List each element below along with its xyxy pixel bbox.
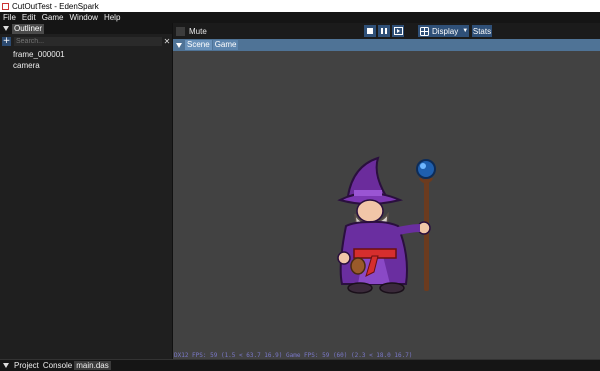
- fps-readout: DX12 FPS: 59 (1.5 < 63.7 16.9) Game FPS:…: [174, 352, 413, 359]
- stop-button[interactable]: [364, 25, 376, 37]
- tab-outliner[interactable]: Outliner: [12, 23, 45, 34]
- view-tab-bar: Scene Game: [173, 39, 600, 51]
- menu-edit[interactable]: Edit: [19, 13, 39, 22]
- clear-search-icon[interactable]: ✕: [162, 37, 172, 46]
- display-icon: [420, 26, 429, 36]
- menu-game[interactable]: Game: [39, 13, 67, 22]
- outliner-item-camera[interactable]: camera: [0, 60, 172, 71]
- tab-main-das[interactable]: main.das: [74, 361, 111, 370]
- tab-project[interactable]: Project: [12, 361, 41, 370]
- view-collapse-icon[interactable]: [176, 42, 182, 48]
- display-dropdown[interactable]: Display ▼: [418, 25, 469, 37]
- add-entity-button[interactable]: +: [2, 36, 11, 46]
- step-frame-icon: [393, 27, 403, 35]
- menu-help[interactable]: Help: [101, 13, 123, 22]
- viewport-toolbar: Mute Display ▼ Stats: [173, 23, 600, 39]
- menu-bar: File Edit Game Window Help: [0, 12, 600, 23]
- stats-button[interactable]: Stats: [472, 25, 492, 37]
- pause-icon: [381, 28, 387, 34]
- outliner-search-row: + ✕: [0, 35, 172, 47]
- step-button[interactable]: [392, 25, 404, 37]
- chevron-down-icon: ▼: [462, 28, 469, 34]
- outliner-tab-row: Outliner: [0, 23, 172, 34]
- mute-checkbox[interactable]: [176, 26, 185, 36]
- app-icon: [2, 2, 9, 10]
- collapse-triangle-icon[interactable]: [3, 26, 9, 31]
- window-title: CutOutTest - EdenSpark: [12, 1, 99, 11]
- pause-button[interactable]: [378, 25, 390, 37]
- wizard-sprite: [337, 156, 436, 294]
- mute-label: Mute: [189, 26, 207, 36]
- menu-file[interactable]: File: [0, 13, 19, 22]
- outliner-panel: Outliner + ✕ frame_000001 camera: [0, 23, 173, 359]
- tab-scene[interactable]: Scene: [185, 40, 212, 50]
- stop-icon: [367, 28, 373, 34]
- display-label: Display: [432, 26, 459, 36]
- outliner-item-frame[interactable]: frame_000001: [0, 49, 172, 60]
- bottom-collapse-icon[interactable]: [3, 363, 9, 368]
- outliner-search-input[interactable]: [14, 36, 162, 46]
- tab-console[interactable]: Console: [41, 361, 74, 370]
- menu-window[interactable]: Window: [66, 13, 100, 22]
- outliner-list: frame_000001 camera: [0, 49, 172, 71]
- title-bar: CutOutTest - EdenSpark: [0, 0, 600, 12]
- tab-game[interactable]: Game: [212, 40, 239, 50]
- bottom-tab-bar: Project Console main.das: [0, 359, 600, 371]
- game-viewport[interactable]: DX12 FPS: 59 (1.5 < 63.7 16.9) Game FPS:…: [173, 51, 600, 359]
